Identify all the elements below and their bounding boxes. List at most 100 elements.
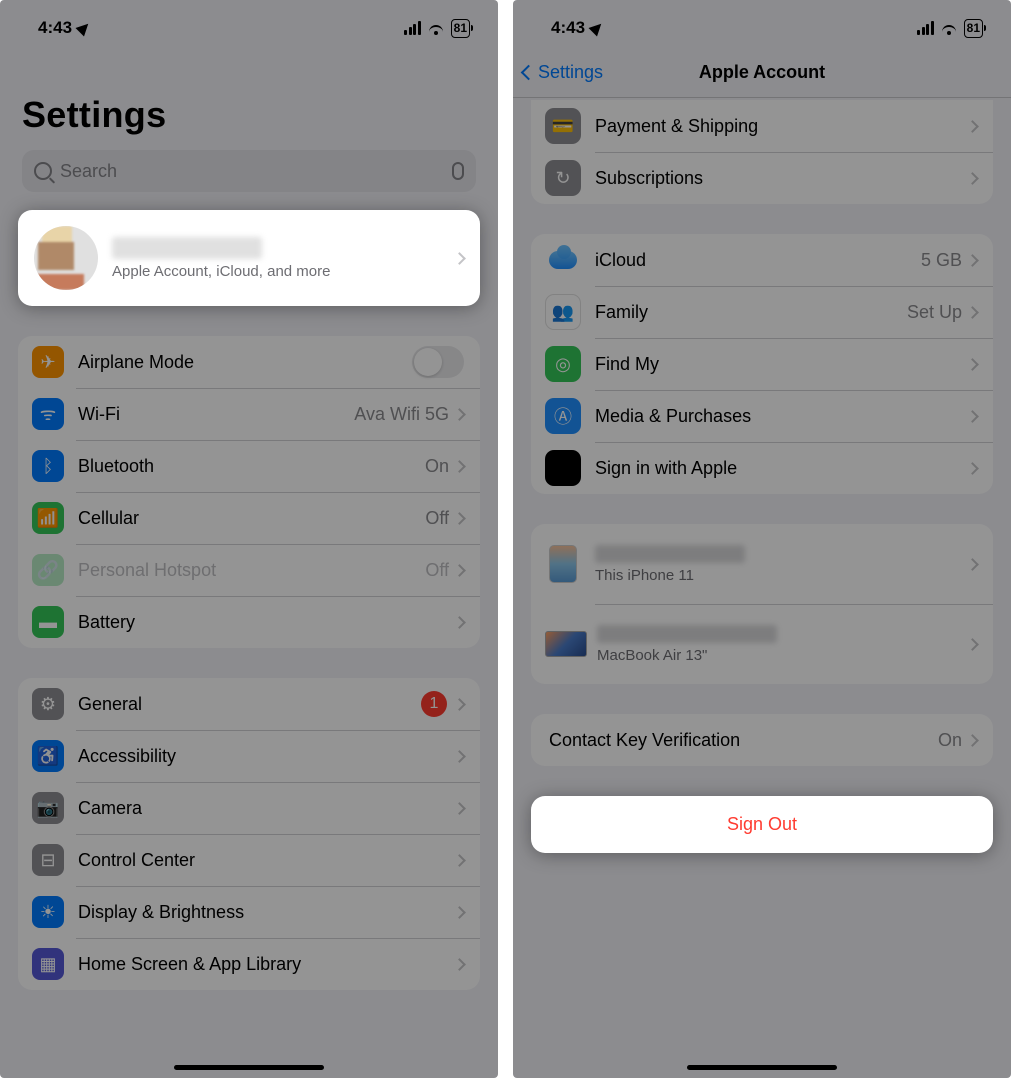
devices-group: This iPhone 11 MacBook Air 13" — [531, 524, 993, 684]
contact-key-verification-row[interactable]: Contact Key Verification On — [531, 714, 993, 766]
camera-row[interactable]: 📷Camera — [18, 782, 480, 834]
home-indicator[interactable] — [174, 1065, 324, 1070]
settings-screen: 4:43 81 Settings Search Apple Account, i… — [0, 0, 498, 1078]
subscriptions-label: Subscriptions — [595, 168, 968, 189]
findmy-label: Find My — [595, 354, 968, 375]
bluetooth-value: On — [425, 456, 449, 477]
airplane-label: Airplane Mode — [78, 352, 412, 373]
bluetooth-row[interactable]: ᛒBluetoothOn — [18, 440, 480, 492]
controlcenter-row[interactable]: ⊟Control Center — [18, 834, 480, 886]
battery-label: Battery — [78, 612, 455, 633]
device-thumb-icon — [549, 545, 577, 583]
general-label: General — [78, 694, 421, 715]
location-icon — [76, 20, 93, 37]
wifi-icon — [940, 22, 958, 35]
chevron-right-icon — [453, 906, 466, 919]
device-name-redacted — [595, 545, 745, 563]
wifi-row[interactable]: ᯤWi-FiAva Wifi 5G — [18, 388, 480, 440]
family-icon: 👥 — [545, 294, 581, 330]
search-placeholder: Search — [60, 161, 452, 182]
profile-name-redacted — [112, 237, 262, 259]
device-macbook-row[interactable]: MacBook Air 13" — [531, 604, 993, 684]
search-input[interactable]: Search — [22, 150, 476, 192]
accessibility-label: Accessibility — [78, 746, 455, 767]
family-label: Family — [595, 302, 907, 323]
battery-row[interactable]: ▬ Battery — [18, 596, 480, 648]
device-iphone-row[interactable]: This iPhone 11 — [531, 524, 993, 604]
subscriptions-row[interactable]: ↻Subscriptions — [531, 152, 993, 204]
home-indicator[interactable] — [687, 1065, 837, 1070]
page-title: Settings — [0, 48, 498, 146]
hotspot-row[interactable]: 🔗Personal HotspotOff — [18, 544, 480, 596]
accessibility-icon: ♿ — [32, 740, 64, 772]
profile-subtitle: Apple Account, iCloud, and more — [112, 263, 455, 280]
chevron-right-icon — [453, 616, 466, 629]
airplane-row[interactable]: ✈ Airplane Mode — [18, 336, 480, 388]
search-icon — [34, 162, 52, 180]
display-label: Display & Brightness — [78, 902, 455, 923]
dictate-icon[interactable] — [452, 162, 464, 180]
avatar — [34, 226, 98, 290]
payment-row[interactable]: 💳Payment & Shipping — [531, 100, 993, 152]
chevron-right-icon — [453, 750, 466, 763]
chevron-right-icon — [453, 698, 466, 711]
general-icon: ⚙ — [32, 688, 64, 720]
back-label: Settings — [538, 62, 603, 83]
findmy-icon: ◎ — [545, 346, 581, 382]
wifi-icon — [427, 22, 445, 35]
cellular-signal-icon — [917, 21, 934, 35]
cellular-signal-icon — [404, 21, 421, 35]
profile-card[interactable]: Apple Account, iCloud, and more — [18, 210, 480, 306]
icloud-icon — [545, 242, 581, 278]
cellular-value: Off — [425, 508, 449, 529]
payment-icon: 💳 — [545, 108, 581, 144]
battery-icon: ▬ — [32, 606, 64, 638]
cellular-label: Cellular — [78, 508, 425, 529]
siwa-row[interactable]: Sign in with Apple — [531, 442, 993, 494]
chevron-right-icon — [966, 558, 979, 571]
chevron-right-icon — [966, 462, 979, 475]
chevron-right-icon — [453, 252, 466, 265]
chevron-right-icon — [966, 254, 979, 267]
status-bar: 4:43 81 — [513, 0, 1011, 48]
homescreen-label: Home Screen & App Library — [78, 954, 455, 975]
battery-icon: 81 — [451, 19, 470, 38]
camera-label: Camera — [78, 798, 455, 819]
family-row[interactable]: 👥FamilySet Up — [531, 286, 993, 338]
cellular-row[interactable]: 📶 CellularOff — [18, 492, 480, 544]
badge: 1 — [421, 691, 447, 717]
bluetooth-icon: ᛒ — [32, 450, 64, 482]
airplane-icon: ✈ — [32, 346, 64, 378]
chevron-right-icon — [966, 306, 979, 319]
chevron-left-icon — [521, 65, 537, 81]
display-row[interactable]: ☀ Display & Brightness — [18, 886, 480, 938]
chevron-right-icon — [453, 958, 466, 971]
chevron-right-icon — [966, 410, 979, 423]
homescreen-row[interactable]: ▦Home Screen & App Library — [18, 938, 480, 990]
chevron-right-icon — [453, 564, 466, 577]
device-subtitle: This iPhone 11 — [595, 567, 968, 584]
media-label: Media & Purchases — [595, 406, 968, 427]
battery-icon: 81 — [964, 19, 983, 38]
siwa-icon — [545, 450, 581, 486]
chevron-right-icon — [453, 512, 466, 525]
media-row[interactable]: Ⓐ Media & Purchases — [531, 390, 993, 442]
controlcenter-icon: ⊟ — [32, 844, 64, 876]
airplane-toggle[interactable] — [412, 346, 464, 378]
status-bar: 4:43 81 — [0, 0, 498, 48]
chevron-right-icon — [966, 734, 979, 747]
media-icon: Ⓐ — [545, 398, 581, 434]
display-icon: ☀ — [32, 896, 64, 928]
icloud-row[interactable]: iCloud5 GB — [531, 234, 993, 286]
general-row[interactable]: ⚙ General1 — [18, 678, 480, 730]
chevron-right-icon — [966, 172, 979, 185]
accessibility-row[interactable]: ♿ Accessibility — [18, 730, 480, 782]
device-name-redacted — [597, 625, 777, 643]
back-button[interactable]: Settings — [513, 62, 603, 83]
cellular-icon: 📶 — [32, 502, 64, 534]
device-subtitle: MacBook Air 13" — [597, 647, 968, 664]
device-thumb-icon — [545, 631, 587, 657]
clock: 4:43 — [551, 18, 585, 38]
sign-out-button[interactable]: Sign Out — [531, 796, 993, 853]
findmy-row[interactable]: ◎ Find My — [531, 338, 993, 390]
